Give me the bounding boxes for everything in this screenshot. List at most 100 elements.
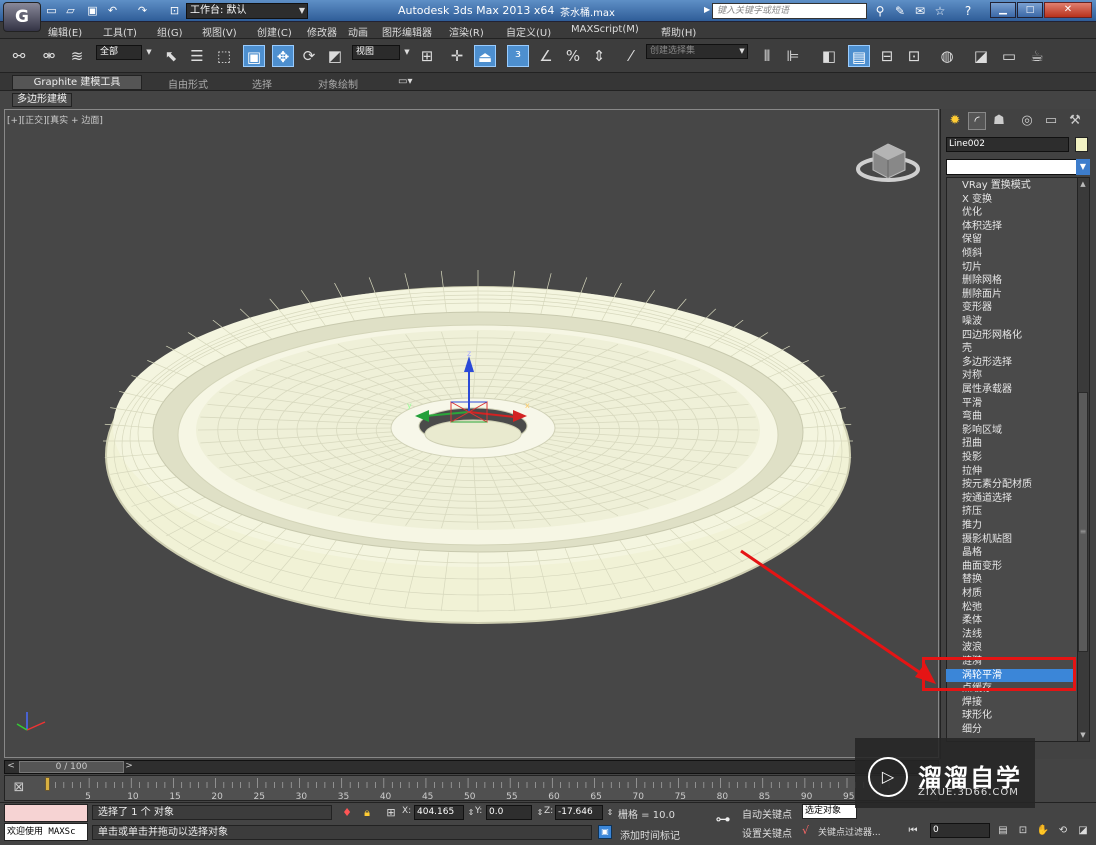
motion-tab-icon[interactable]: ◎ — [1018, 112, 1036, 130]
modifier-list-item[interactable]: 倾斜 — [946, 247, 1076, 261]
mirror-icon[interactable]: ⫴ — [756, 45, 778, 67]
modifier-list-item[interactable]: 材质 — [946, 587, 1076, 601]
modifier-list-item[interactable]: 对称 — [946, 369, 1076, 383]
modifier-list-item[interactable]: 按元素分配材质 — [946, 478, 1076, 492]
open-file-icon[interactable]: ▱ — [64, 4, 77, 17]
select-object-icon[interactable]: ⬉ — [160, 45, 182, 67]
modifier-list-item[interactable]: 变形器 — [946, 301, 1076, 315]
rendered-frame-icon[interactable]: ▭ — [998, 45, 1020, 67]
modifier-list-item[interactable]: 替换 — [946, 573, 1076, 587]
tab-freeform[interactable]: 自由形式 — [168, 76, 208, 91]
modifier-list-item[interactable]: 波浪 — [946, 641, 1076, 655]
modifier-list-item[interactable]: 影响区域 — [946, 424, 1076, 438]
y-coordinate-field[interactable]: 0.0 — [486, 805, 532, 820]
modifier-list-item[interactable]: 体积选择 — [946, 220, 1076, 234]
modifier-list-item[interactable]: 保留 — [946, 233, 1076, 247]
modifier-list-item[interactable]: 扭曲 — [946, 437, 1076, 451]
rectangular-selection-icon[interactable]: ⬚ — [213, 45, 235, 67]
binoculars-icon[interactable]: ⚲ — [872, 3, 888, 19]
bind-spacewarp-icon[interactable]: ≋ — [66, 45, 88, 67]
favorites-star-icon[interactable]: ☆ — [932, 3, 948, 19]
current-frame-field[interactable]: 0 — [930, 823, 990, 838]
modifier-list-dropdown[interactable] — [946, 159, 1080, 175]
tab-selection[interactable]: 选择 — [252, 76, 272, 91]
ribbon-options-icon[interactable]: ▭▾ — [398, 76, 412, 87]
modifier-list-item[interactable]: X 变换 — [946, 193, 1076, 207]
select-manipulate-icon[interactable]: ✛ — [446, 45, 468, 67]
keyboard-shortcut-override-icon[interactable]: ⏏ — [474, 45, 496, 67]
unlink-icon[interactable]: ⚮ — [38, 45, 60, 67]
application-button[interactable]: G — [3, 2, 41, 32]
percent-snap-icon[interactable]: % — [562, 45, 584, 67]
angle-snap-icon[interactable]: ∠ — [535, 45, 557, 67]
scroll-down-icon[interactable]: ▼ — [1077, 730, 1089, 741]
menu-graph-editors[interactable]: 图形编辑器 — [382, 24, 432, 39]
select-move-icon[interactable]: ✥ — [272, 45, 294, 67]
modifier-list-item[interactable]: 删除面片 — [946, 288, 1076, 302]
chevron-down-icon[interactable]: ▼ — [143, 45, 155, 60]
object-color-swatch[interactable] — [1075, 137, 1088, 152]
menu-customize[interactable]: 自定义(U) — [506, 24, 551, 39]
render-setup-icon[interactable]: ◪ — [970, 45, 992, 67]
menu-tools[interactable]: 工具(T) — [103, 24, 137, 39]
set-key-icon[interactable]: ⊶ — [708, 808, 738, 830]
align-icon[interactable]: ⊫ — [782, 45, 804, 67]
modifier-list-item[interactable]: 壳 — [946, 342, 1076, 356]
save-file-icon[interactable]: ▣ — [86, 4, 99, 17]
modifier-list-item[interactable]: 优化 — [946, 206, 1076, 220]
hierarchy-tab-icon[interactable]: ☗ — [990, 112, 1008, 130]
chevron-down-icon[interactable]: ▼ — [1076, 159, 1090, 175]
current-frame-marker[interactable] — [45, 777, 50, 791]
key-filter-icon[interactable]: √ — [802, 824, 809, 837]
modifier-list-item[interactable]: 细分 — [946, 723, 1076, 737]
edit-named-selection-icon[interactable]: ⁄ — [620, 45, 642, 67]
menu-modifiers[interactable]: 修改器 — [307, 24, 337, 39]
zoom-extents-icon[interactable]: ▤ — [996, 823, 1010, 838]
maximize-viewport-icon[interactable]: ◪ — [1076, 823, 1090, 838]
schematic-view-icon[interactable]: ⊡ — [903, 45, 925, 67]
z-coordinate-field[interactable]: -17.646 — [555, 805, 603, 820]
viewport-label[interactable]: [+][正交][真实 + 边面] — [7, 113, 103, 126]
welcome-text[interactable]: 欢迎使用 MAXSc — [4, 823, 88, 841]
named-selection-set-input[interactable]: 创建选择集 — [646, 44, 748, 59]
graphite-toggle-icon[interactable]: ▤ — [848, 45, 870, 67]
utilities-tab-icon[interactable]: ⚒ — [1066, 112, 1084, 130]
absolute-mode-icon[interactable]: ⊞ — [384, 805, 398, 820]
time-prev-icon[interactable]: < — [6, 761, 16, 773]
modifier-list-item[interactable]: 投影 — [946, 451, 1076, 465]
add-time-tag-icon[interactable]: ▣ — [598, 825, 612, 839]
pan-hand-icon[interactable]: ✋ — [1036, 823, 1050, 838]
chevron-down-icon[interactable]: ▼ — [736, 44, 748, 59]
maxscript-listener-mini[interactable] — [4, 804, 88, 822]
material-editor-icon[interactable]: ◍ — [936, 45, 958, 67]
curve-editor-icon[interactable]: ⊟ — [876, 45, 898, 67]
window-crossing-icon[interactable]: ▣ — [243, 45, 265, 67]
menu-rendering[interactable]: 渲染(R) — [449, 24, 484, 39]
selection-lock-icon[interactable]: 🔒︎ — [360, 805, 374, 820]
menu-maxscript[interactable]: MAXScript(M) — [571, 24, 639, 35]
render-production-icon[interactable]: ☕ — [1026, 45, 1048, 67]
subscription-icon[interactable]: ✎ — [892, 3, 908, 19]
help-icon[interactable]: ? — [960, 3, 976, 19]
minimize-button[interactable]: ▁ — [990, 2, 1016, 18]
modifier-list-item[interactable]: 多边形选择 — [946, 356, 1076, 370]
modifier-list-item[interactable]: 曲面变形 — [946, 560, 1076, 574]
new-file-icon[interactable]: ▭ — [45, 4, 58, 17]
modifier-list-item[interactable]: 拉伸 — [946, 465, 1076, 479]
maximize-button[interactable]: □ — [1017, 2, 1043, 18]
key-filters-button[interactable]: 关键点过滤器... — [818, 825, 881, 838]
tab-graphite-modeling[interactable]: Graphite 建模工具 — [12, 75, 142, 90]
selection-filter-dropdown[interactable]: 全部 — [96, 45, 142, 60]
help-search-input[interactable]: 键入关键字或短语 — [712, 3, 867, 19]
menu-create[interactable]: 创建(C) — [257, 24, 292, 39]
go-to-start-icon[interactable]: ⏮ — [906, 823, 920, 838]
key-mode-dropdown[interactable]: 选定对象 — [802, 804, 857, 819]
modifier-list-item[interactable]: 法线 — [946, 628, 1076, 642]
modifier-list-item[interactable]: 挤压 — [946, 505, 1076, 519]
add-time-tag-label[interactable]: 添加时间标记 — [620, 827, 680, 842]
modifier-list-item[interactable]: 平滑 — [946, 397, 1076, 411]
redo-icon[interactable]: ↷ — [136, 4, 149, 17]
select-by-name-icon[interactable]: ☰ — [186, 45, 208, 67]
auto-key-button[interactable]: 自动关键点 — [742, 806, 792, 821]
viewcube-icon[interactable] — [856, 143, 920, 182]
